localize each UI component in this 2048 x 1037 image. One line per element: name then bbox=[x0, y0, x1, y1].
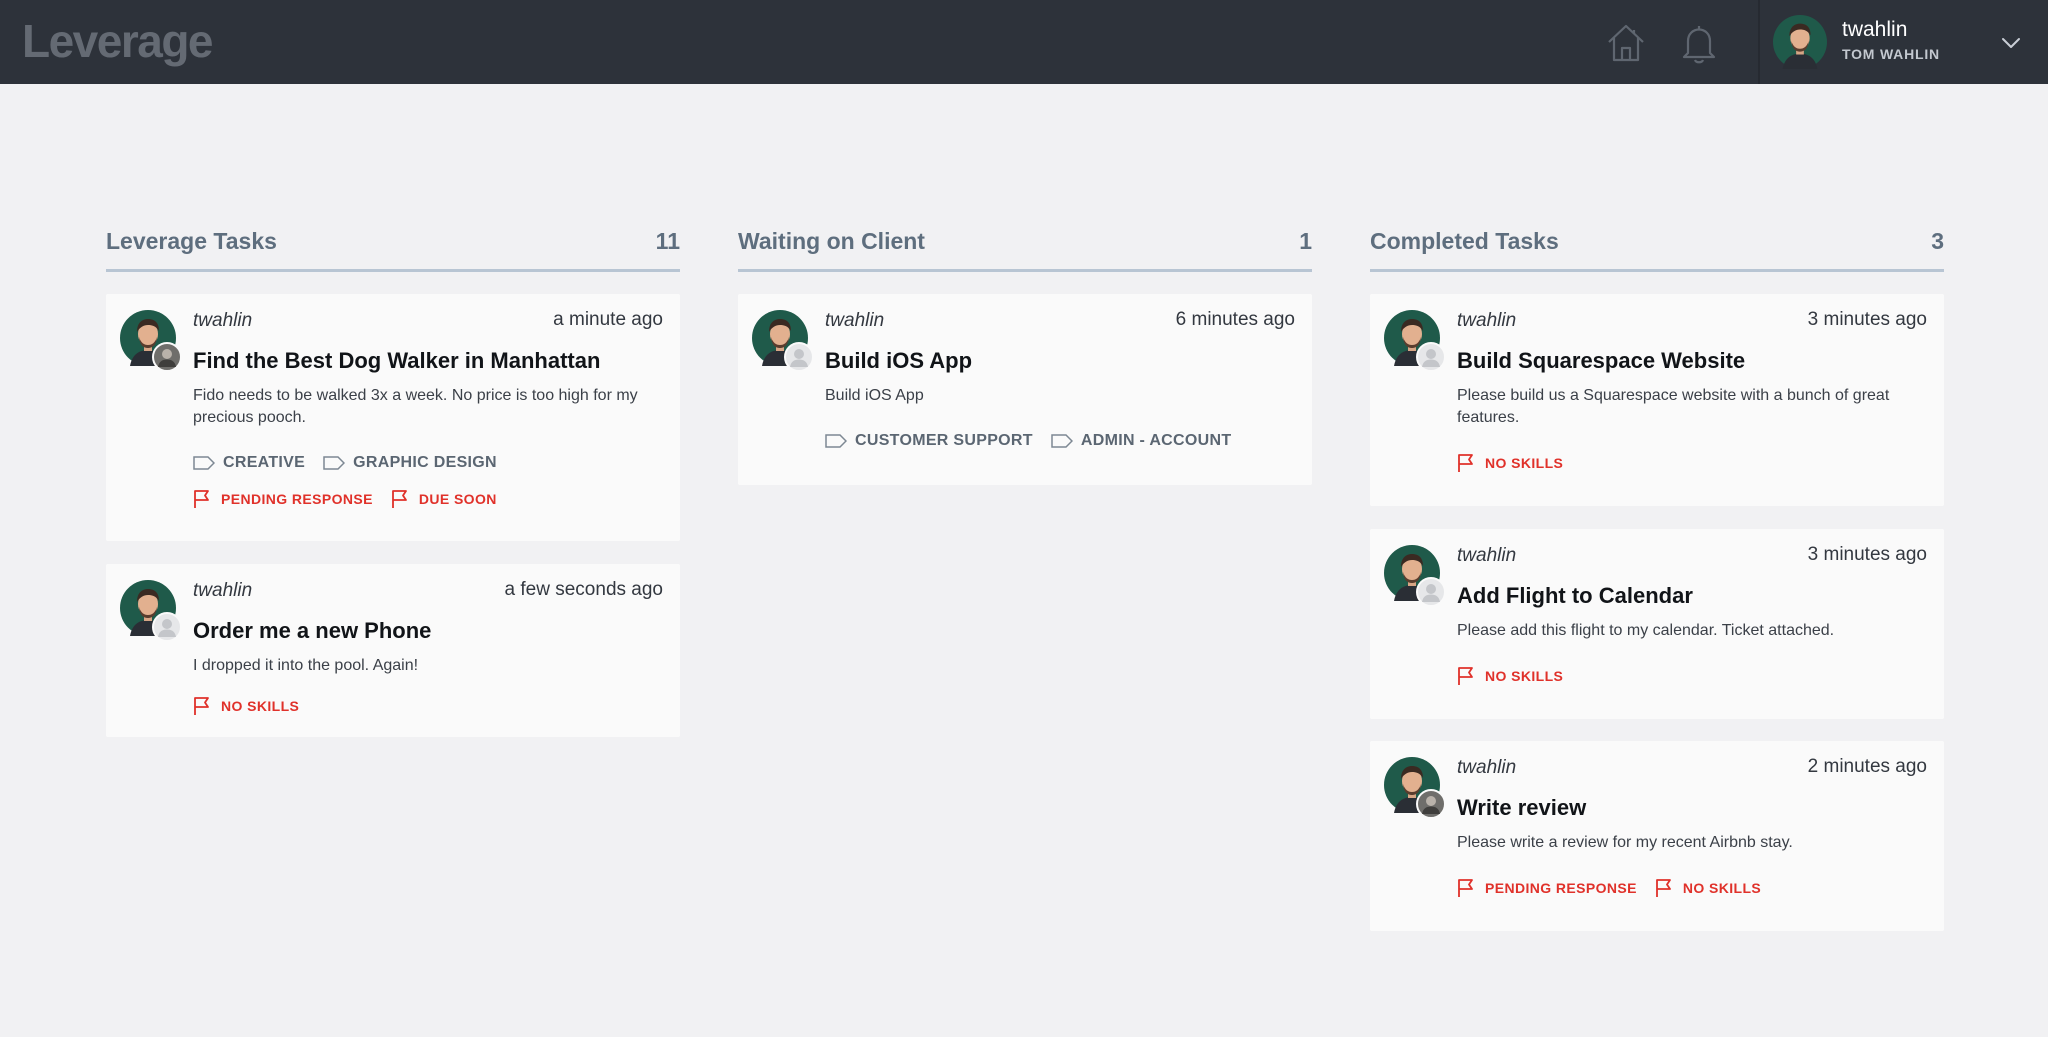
tag-label: GRAPHIC DESIGN bbox=[353, 454, 497, 471]
task-flags: NO SKILLS bbox=[193, 696, 317, 716]
column-count: 3 bbox=[1931, 228, 1944, 254]
column-title: Leverage Tasks bbox=[106, 228, 277, 254]
tag-icon bbox=[193, 456, 215, 470]
task-flags: NO SKILLS bbox=[1457, 666, 1581, 686]
column-header: Waiting on Client 1 bbox=[738, 224, 1312, 272]
task-tags: CREATIVE GRAPHIC DESIGN bbox=[193, 454, 515, 472]
task-flags: NO SKILLS bbox=[1457, 453, 1581, 473]
task-description: Fido needs to be walked 3x a week. No pr… bbox=[193, 387, 638, 426]
task-title[interactable]: Build Squarespace Website bbox=[1457, 348, 1745, 374]
flag-label: NO SKILLS bbox=[1485, 668, 1564, 684]
task-card[interactable]: twahlin a minute ago Find the Best Dog W… bbox=[106, 294, 680, 541]
task-card[interactable]: twahlin 2 minutes ago Write review Pleas… bbox=[1370, 741, 1944, 931]
task-timestamp: 2 minutes ago bbox=[1807, 756, 1927, 777]
task-description: Build iOS App bbox=[825, 387, 924, 404]
flag-label: NO SKILLS bbox=[1485, 455, 1564, 471]
flag-label: NO SKILLS bbox=[1682, 880, 1762, 896]
app-logo[interactable]: Leverage bbox=[22, 14, 214, 68]
column-title: Waiting on Client bbox=[738, 228, 925, 254]
task-timestamp: 3 minutes ago bbox=[1807, 544, 1927, 565]
flag-label: NO SKILLS bbox=[221, 698, 300, 714]
status-flag: NO SKILLS bbox=[193, 696, 299, 716]
status-flag: PENDING RESPONSE bbox=[193, 489, 373, 509]
skill-tag[interactable]: ADMIN - ACCOUNT bbox=[1051, 432, 1232, 450]
flag-icon bbox=[1458, 879, 1473, 897]
task-title[interactable]: Add Flight to Calendar bbox=[1457, 583, 1693, 609]
assignee-avatar bbox=[784, 342, 814, 372]
assignee-avatar bbox=[1416, 577, 1446, 607]
task-timestamp: 3 minutes ago bbox=[1807, 309, 1927, 330]
profile-full-name: TOM WAHLIN bbox=[1842, 46, 1940, 62]
assignee-avatar bbox=[1416, 789, 1446, 819]
tag-icon bbox=[1051, 434, 1073, 448]
task-author: twahlin bbox=[1457, 310, 1517, 331]
tag-label: ADMIN - ACCOUNT bbox=[1080, 432, 1232, 449]
user-profile-menu[interactable]: twahlin TOM WAHLIN bbox=[1760, 0, 2048, 84]
column-header: Leverage Tasks 11 bbox=[106, 224, 680, 272]
task-author: twahlin bbox=[825, 310, 885, 331]
flag-icon bbox=[391, 490, 407, 508]
task-timestamp: 6 minutes ago bbox=[1175, 309, 1295, 330]
status-flag: NO SKILLS bbox=[1457, 666, 1563, 686]
tag-icon bbox=[323, 456, 346, 470]
assignee-avatar bbox=[1416, 342, 1446, 372]
task-author: twahlin bbox=[1457, 757, 1517, 778]
task-author: twahlin bbox=[193, 580, 253, 601]
flag-icon bbox=[194, 490, 209, 508]
task-title[interactable]: Write review bbox=[1457, 795, 1586, 821]
skill-tag[interactable]: CREATIVE bbox=[193, 454, 305, 472]
task-flags: PENDING RESPONSE DUE SOON bbox=[193, 489, 515, 509]
status-flag: NO SKILLS bbox=[1457, 453, 1563, 473]
column-count: 1 bbox=[1299, 228, 1312, 254]
column-waiting-on-client: Waiting on Client 1 twahlin 6 minutes ag… bbox=[738, 224, 1312, 485]
flag-icon bbox=[1458, 454, 1473, 472]
task-author: twahlin bbox=[1457, 545, 1517, 566]
flag-label: PENDING RESPONSE bbox=[1485, 880, 1637, 896]
column-count: 11 bbox=[655, 228, 680, 254]
home-icon[interactable] bbox=[1603, 20, 1649, 66]
status-flag: PENDING RESPONSE bbox=[1457, 878, 1637, 898]
task-description: Please build us a Squarespace website wi… bbox=[1457, 387, 1890, 426]
status-flag: DUE SOON bbox=[391, 489, 497, 509]
task-card[interactable]: twahlin 6 minutes ago Build iOS App Buil… bbox=[738, 294, 1312, 485]
task-description: Please add this flight to my calendar. T… bbox=[1457, 622, 1835, 639]
assignee-avatar bbox=[152, 612, 182, 642]
task-card[interactable]: twahlin 3 minutes ago Build Squarespace … bbox=[1370, 294, 1944, 506]
top-bar: Leverage twahlin TOM WAHLIN bbox=[0, 0, 2048, 84]
task-card[interactable]: twahlin 3 minutes ago Add Flight to Cale… bbox=[1370, 529, 1944, 719]
column-header: Completed Tasks 3 bbox=[1370, 224, 1944, 272]
task-title[interactable]: Order me a new Phone bbox=[193, 618, 431, 644]
task-description: Please write a review for my recent Airb… bbox=[1457, 834, 1793, 851]
flag-icon bbox=[1655, 879, 1671, 897]
task-timestamp: a minute ago bbox=[553, 309, 663, 330]
flag-icon bbox=[194, 697, 209, 715]
skill-tag[interactable]: GRAPHIC DESIGN bbox=[323, 454, 497, 472]
tag-label: CREATIVE bbox=[223, 454, 306, 471]
tag-label: CUSTOMER SUPPORT bbox=[855, 432, 1033, 449]
avatar bbox=[1773, 15, 1827, 69]
profile-username: twahlin bbox=[1842, 18, 1908, 41]
column-title: Completed Tasks bbox=[1370, 228, 1559, 254]
flag-icon bbox=[1458, 667, 1473, 685]
task-title[interactable]: Build iOS App bbox=[825, 348, 972, 374]
skill-tag[interactable]: CUSTOMER SUPPORT bbox=[825, 432, 1033, 450]
flag-label: DUE SOON bbox=[418, 491, 497, 507]
assignee-avatar bbox=[152, 342, 182, 372]
column-leverage-tasks: Leverage Tasks 11 twahlin a minute ago F… bbox=[106, 224, 680, 737]
task-card[interactable]: twahlin a few seconds ago Order me a new… bbox=[106, 564, 680, 737]
task-tags: CUSTOMER SUPPORT ADMIN - ACCOUNT bbox=[825, 432, 1249, 450]
task-title[interactable]: Find the Best Dog Walker in Manhattan bbox=[193, 348, 600, 374]
task-description: I dropped it into the pool. Again! bbox=[193, 657, 419, 674]
column-completed-tasks: Completed Tasks 3 twahlin 3 minutes ago … bbox=[1370, 224, 1944, 931]
chevron-down-icon[interactable] bbox=[2000, 32, 2022, 54]
task-author: twahlin bbox=[193, 310, 253, 331]
bell-icon[interactable] bbox=[1676, 20, 1722, 66]
status-flag: NO SKILLS bbox=[1655, 878, 1761, 898]
task-timestamp: a few seconds ago bbox=[504, 579, 663, 600]
flag-label: PENDING RESPONSE bbox=[221, 491, 373, 507]
tag-icon bbox=[825, 434, 847, 448]
task-flags: PENDING RESPONSE NO SKILLS bbox=[1457, 878, 1779, 898]
